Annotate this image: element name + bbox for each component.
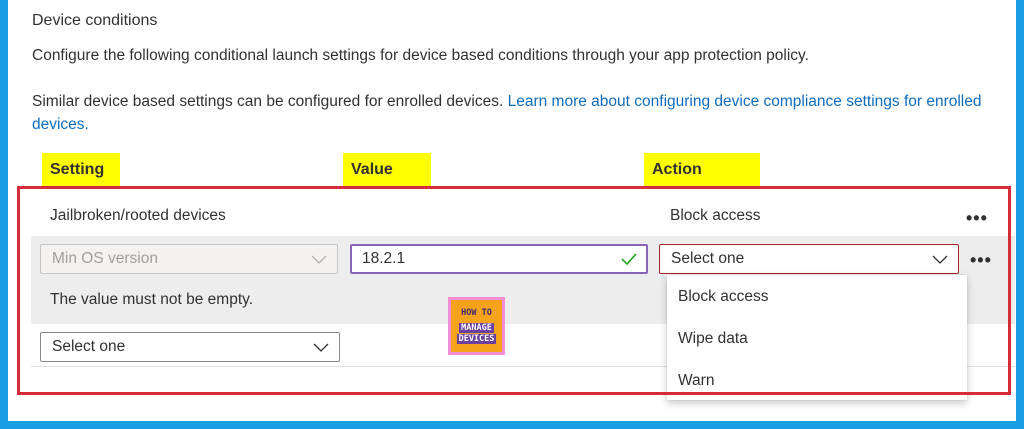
device-conditions-panel: Device conditions Configure the followin…	[8, 0, 1016, 421]
enrolled-devices-note: Similar device based settings can be con…	[32, 90, 997, 136]
column-header-action: Action	[644, 153, 760, 187]
highlight-frame	[17, 186, 1011, 395]
section-description: Configure the following conditional laun…	[32, 47, 809, 64]
enrolled-devices-text: Similar device based settings can be con…	[32, 93, 508, 110]
column-header-setting: Setting	[42, 153, 120, 187]
column-header-value: Value	[343, 153, 431, 187]
section-title: Device conditions	[32, 12, 158, 29]
